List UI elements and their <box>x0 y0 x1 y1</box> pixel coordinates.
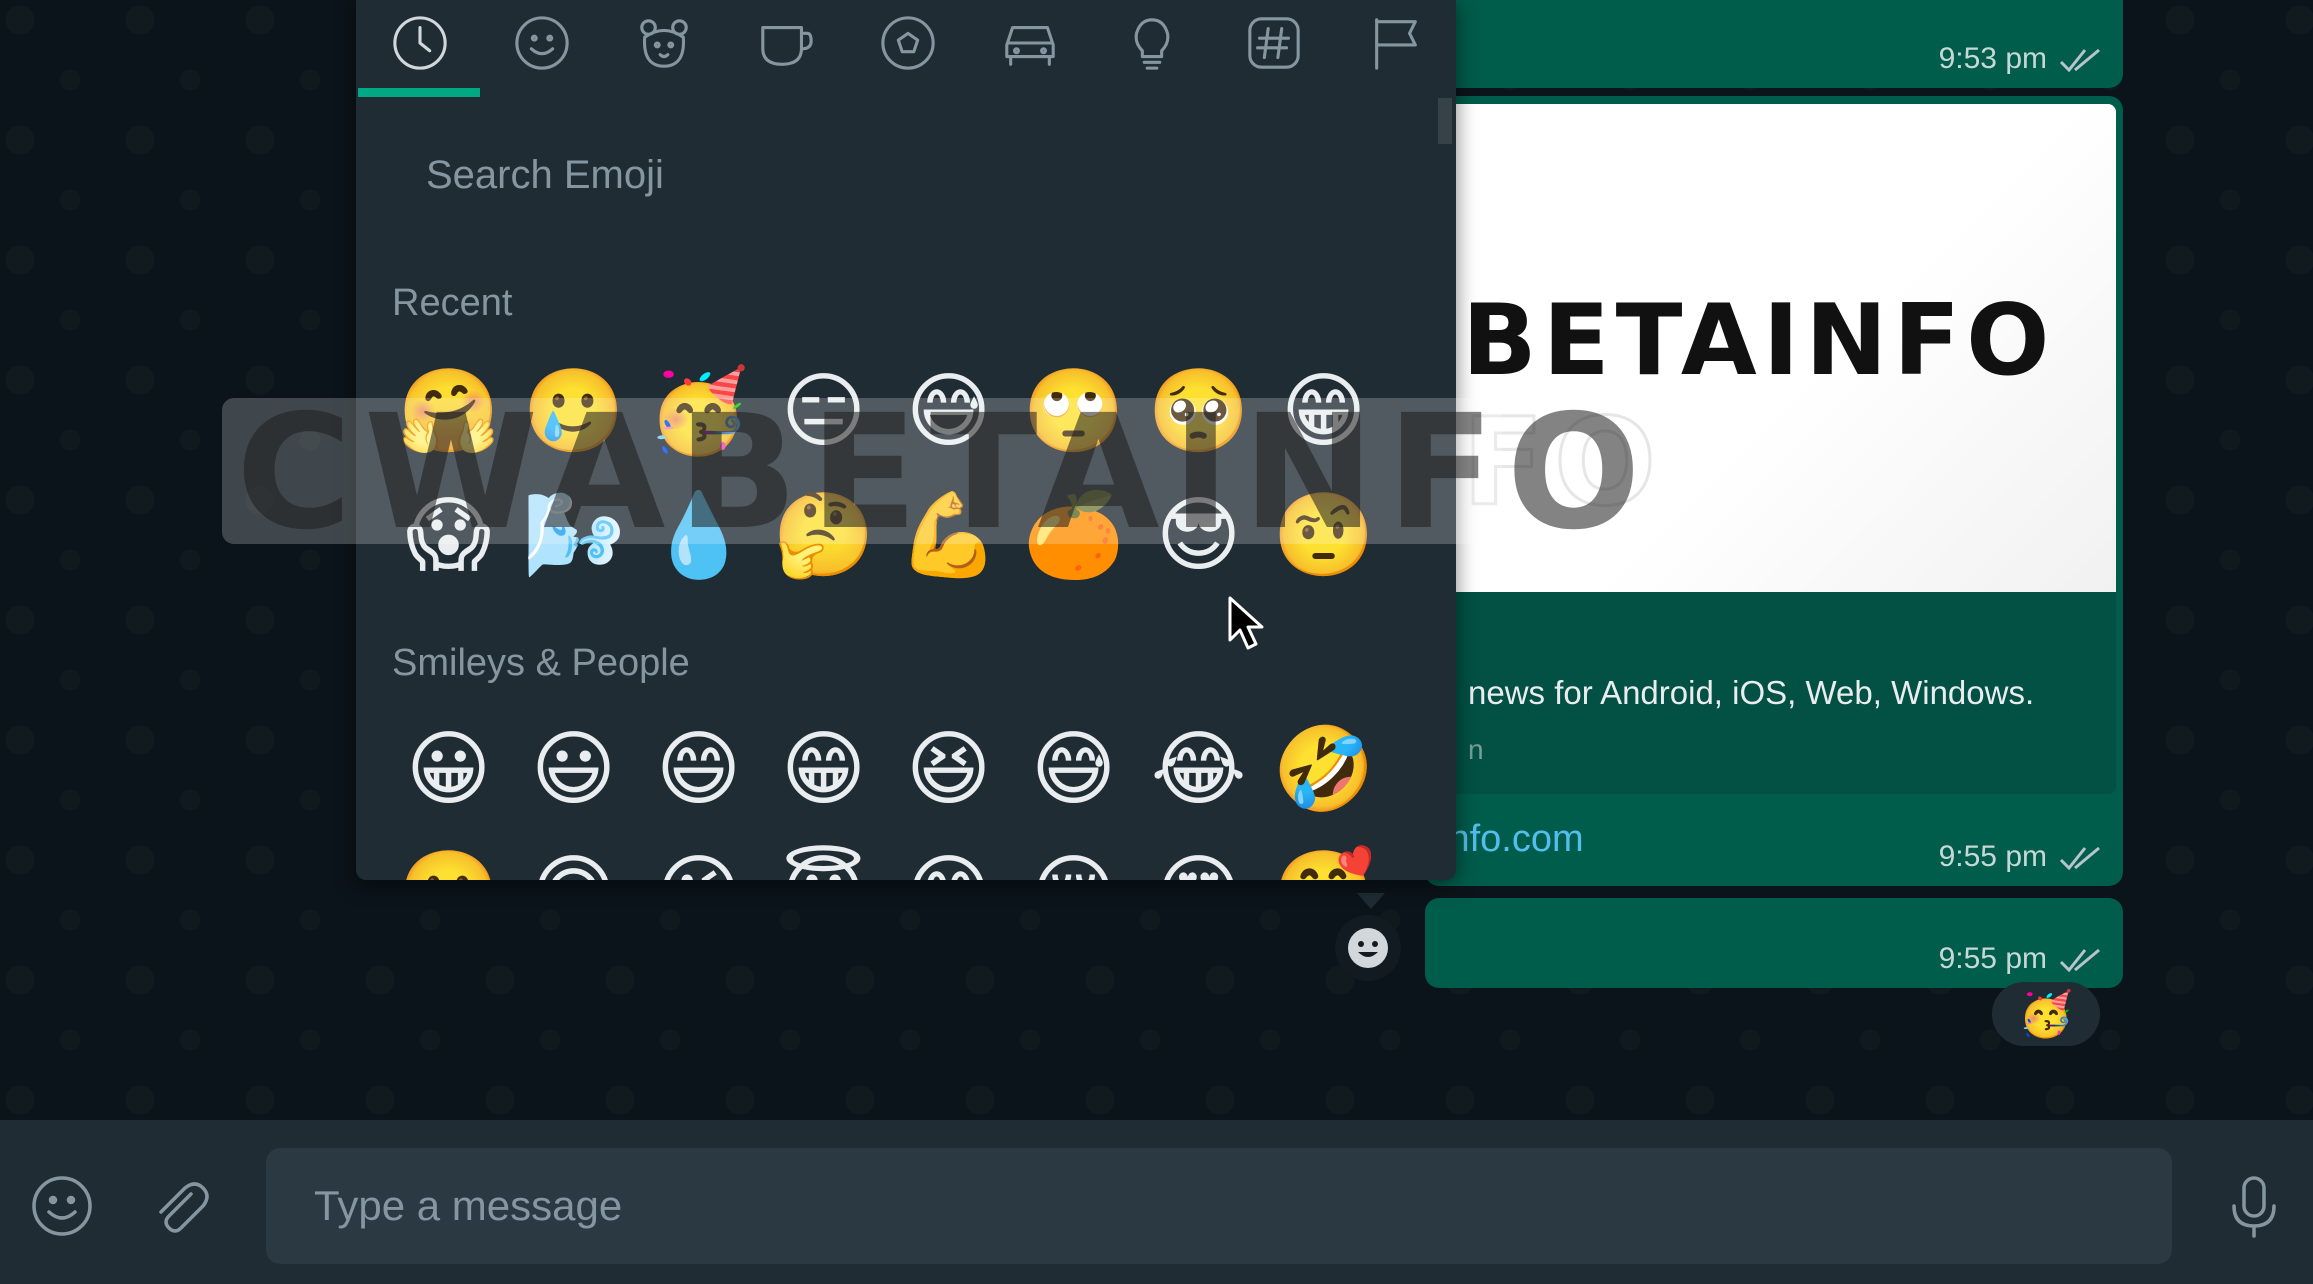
read-ticks-icon <box>2059 948 2100 973</box>
emoji-search-input[interactable] <box>386 130 1426 220</box>
recent-icon[interactable] <box>385 8 455 78</box>
activity-icon[interactable] <box>873 8 943 78</box>
message-bubble[interactable]: 9:55 pm <box>1425 898 2123 988</box>
smiley-emoji[interactable]: 😊 <box>886 832 1011 881</box>
animals-icon[interactable] <box>629 8 699 78</box>
smiley-icon <box>32 1176 92 1236</box>
recent-section-title: Recent <box>392 282 513 324</box>
message-time: 9:53 pm <box>1938 42 2047 75</box>
smiley-emoji[interactable]: 🙂 <box>386 832 511 881</box>
message-time: 9:55 pm <box>1938 942 2047 975</box>
smiley-emoji[interactable]: 🥰 <box>1261 832 1386 881</box>
food-icon[interactable] <box>751 8 821 78</box>
mouse-cursor-icon <box>1228 596 1264 650</box>
message-reaction[interactable]: 🥳 <box>1992 982 2100 1046</box>
message-input[interactable] <box>266 1148 2172 1264</box>
smileys-icon[interactable] <box>507 8 577 78</box>
link-preview-description: news for Android, iOS, Web, Windows. <box>1468 674 2035 711</box>
message-bubble[interactable]: 9:53 pm <box>1425 0 2123 88</box>
smiley-emoji[interactable]: 😍 <box>1136 832 1261 881</box>
scrollbar-thumb[interactable] <box>1438 98 1452 144</box>
smiley-emoji[interactable]: 😅 <box>1011 708 1136 832</box>
objects-icon[interactable] <box>1117 8 1187 78</box>
read-ticks-icon <box>2059 846 2100 871</box>
smileys-section-title: Smileys & People <box>392 642 690 684</box>
smiley-emoji[interactable]: 🤣 <box>1261 708 1386 832</box>
attach-button[interactable] <box>143 1170 215 1242</box>
paperclip-icon <box>159 1182 209 1233</box>
emoji-category-bar <box>356 0 1456 100</box>
emoji-search-box[interactable] <box>386 130 1426 220</box>
voice-message-button[interactable] <box>2218 1170 2290 1242</box>
smiley-emoji[interactable]: 😄 <box>636 708 761 832</box>
read-ticks-icon <box>2059 48 2100 73</box>
smiley-emoji[interactable]: 😂 <box>1136 708 1261 832</box>
symbols-icon[interactable] <box>1239 8 1309 78</box>
smiley-emoji[interactable]: 😉 <box>636 832 761 881</box>
watermark-text: CWABETAINFO <box>236 381 1653 565</box>
react-emoji-button[interactable] <box>1335 915 1401 981</box>
panel-pointer <box>1357 893 1385 909</box>
smiley-emoji[interactable]: 😆 <box>886 708 1011 832</box>
smiley-emoji[interactable]: 😃 <box>511 708 636 832</box>
smiley-icon <box>1348 928 1388 968</box>
smiley-emoji[interactable]: 😁 <box>761 708 886 832</box>
smileys-emoji-grid: 😀😃😄😁😆😅😂🤣 🙂🙃😉😇😊😌😍🥰 <box>386 708 1386 881</box>
smiley-emoji[interactable]: 🙃 <box>511 832 636 881</box>
link-preview-domain: n <box>1468 734 1484 765</box>
message-time: 9:55 pm <box>1938 840 2047 873</box>
smiley-emoji[interactable]: 😀 <box>386 708 511 832</box>
message-link[interactable]: info.com <box>1440 818 1584 861</box>
smiley-emoji[interactable]: 😇 <box>761 832 886 881</box>
message-input-box[interactable] <box>266 1148 2172 1264</box>
active-category-indicator <box>358 88 480 97</box>
travel-icon[interactable] <box>995 8 1065 78</box>
emoji-toggle-button[interactable] <box>26 1170 98 1242</box>
smiley-emoji[interactable]: 😌 <box>1011 832 1136 881</box>
microphone-icon <box>2232 1176 2276 1238</box>
flags-icon[interactable] <box>1361 8 1431 78</box>
